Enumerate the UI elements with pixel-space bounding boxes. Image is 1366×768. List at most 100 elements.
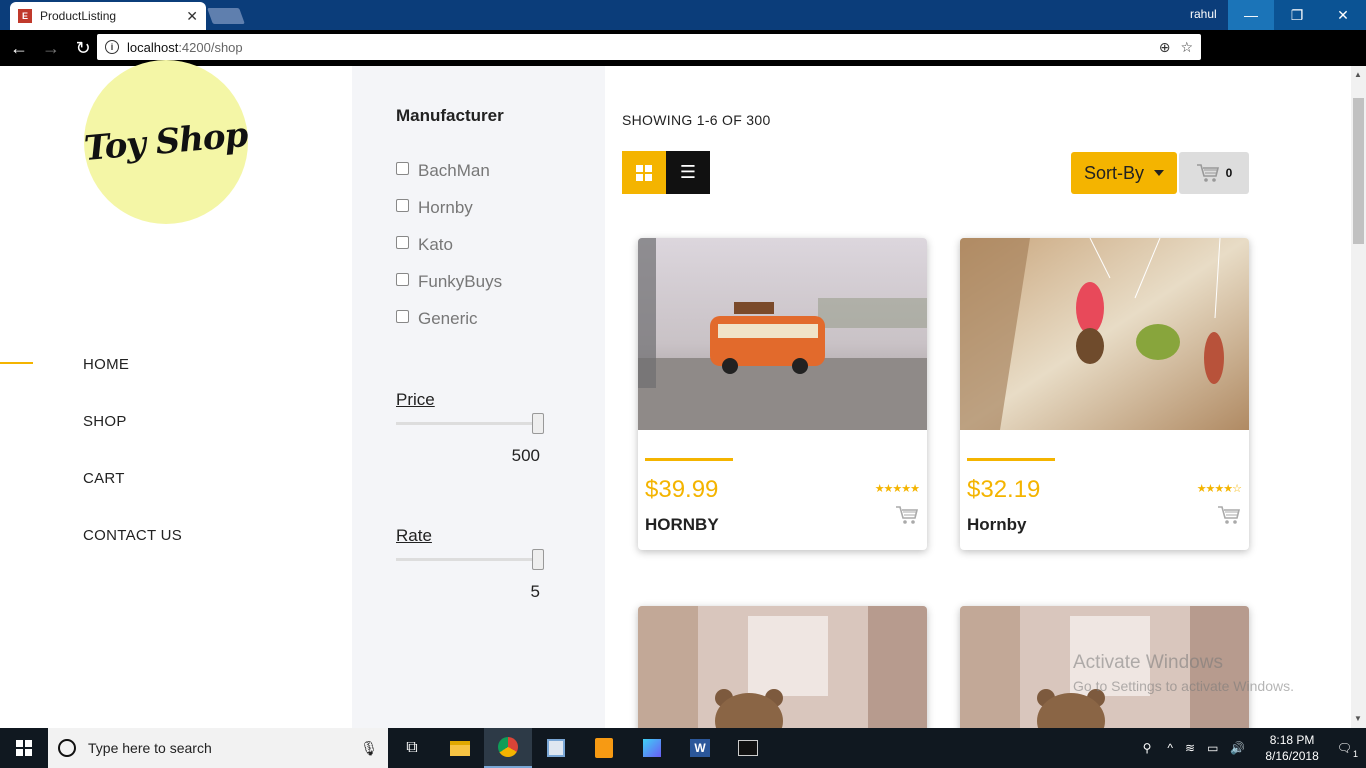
bookmark-star-icon[interactable]: ☆ [1180,39,1193,56]
browser-toolbar: ← → ↻ i localhost :4200/shop ⊕ ☆ 👁 18 G … [0,30,1366,88]
scroll-down-icon[interactable]: ▼ [1354,714,1362,723]
logo[interactable]: Toy Shop [82,60,250,224]
product-card[interactable]: $39.99 ★★★★★ HORNBY [638,238,927,550]
browser-tab[interactable]: E ProductListing ✕ [10,2,206,30]
new-tab-button[interactable] [207,8,245,24]
filter-label: FunkyBuys [418,272,503,291]
checkbox[interactable] [396,272,409,286]
url-path: :4200/shop [178,39,243,55]
product-price: $39.99 [645,476,719,503]
watermark-title: Activate Windows [1073,652,1223,673]
notification-count: 1 [1352,749,1358,759]
minimize-button[interactable]: — [1228,0,1274,30]
filter-generic[interactable]: Generic [396,309,478,329]
chrome-icon[interactable] [484,728,532,768]
filter-label: Generic [418,309,478,328]
rate-heading: Rate [396,526,432,545]
product-card[interactable] [638,606,927,746]
volume-icon[interactable]: 🔊 [1230,741,1245,755]
nav-home[interactable]: HOME [83,356,129,373]
address-bar[interactable]: i localhost :4200/shop ⊕ ☆ [97,34,1201,60]
cart-button[interactable]: 0 [1179,152,1249,194]
filter-kato[interactable]: Kato [396,235,453,255]
price-slider[interactable] [396,413,544,434]
rate-slider-thumb[interactable] [532,549,544,570]
nav-cart[interactable]: CART [83,470,125,487]
favicon-icon: E [18,9,32,23]
clock[interactable]: 8:18 PM 8/16/2018 [1265,732,1318,764]
clock-date: 8/16/2018 [1265,749,1319,763]
start-button[interactable] [0,728,48,768]
nav-shop[interactable]: SHOP [83,413,127,430]
page-scrollbar[interactable]: ▲ ▼ [1351,66,1366,728]
forward-icon[interactable]: → [38,35,64,61]
checkbox[interactable] [396,161,409,175]
reload-icon[interactable]: ↻ [70,35,96,61]
file-explorer-icon[interactable] [436,728,484,768]
battery-icon[interactable]: ▭ [1207,741,1218,755]
microphone-icon[interactable]: 🎙 [360,740,378,757]
scroll-thumb[interactable] [1353,98,1364,244]
chevron-up-icon[interactable]: ^ [1167,741,1173,755]
filter-panel: Manufacturer BachMan Hornby Kato FunkyBu… [352,66,605,728]
sidebar: Toy Shop HOME SHOP CART CONTACT US [0,60,352,728]
price-value: 500 [511,446,540,465]
rate-slider[interactable] [396,549,544,570]
zoom-icon[interactable]: ⊕ [1159,39,1171,56]
back-icon[interactable]: ← [6,35,32,61]
people-icon[interactable]: ⚲ [1143,741,1152,755]
product-image-toy-bus[interactable] [638,238,927,430]
product-name[interactable]: HORNBY [645,515,719,535]
profile-name[interactable]: rahul [1190,7,1217,21]
filter-hornby[interactable]: Hornby [396,198,473,218]
taskbar-search[interactable]: Type here to search 🎙 [48,728,388,768]
product-card[interactable]: $32.19 ★★★★☆ Hornby [960,238,1249,550]
wifi-icon[interactable]: ≋ [1185,741,1195,755]
task-view-icon[interactable]: ⧉ [388,728,436,768]
word-icon[interactable]: W [676,728,724,768]
product-name[interactable]: Hornby [967,515,1027,535]
results-count: SHOWING 1-6 OF 300 [622,112,771,128]
list-icon: ☰ [679,162,697,182]
cortana-icon [58,739,76,757]
filter-bachman[interactable]: BachMan [396,161,490,181]
manufacturer-heading: Manufacturer [396,106,504,125]
checkbox[interactable] [396,309,409,323]
price-slider-thumb[interactable] [532,413,544,434]
checkbox[interactable] [396,198,409,212]
cart-icon [1196,164,1219,182]
add-to-cart-icon[interactable] [895,505,919,525]
command-prompt-icon[interactable] [724,728,772,768]
logo-text: Toy Shop [82,114,250,170]
close-window-button[interactable]: ✕ [1320,0,1366,30]
checkbox[interactable] [396,235,409,249]
restore-button[interactable]: ❐ [1274,0,1320,30]
windows-logo-icon [16,740,32,756]
grid-view-button[interactable] [622,151,666,194]
search-placeholder: Type here to search [88,740,212,756]
app-cube-icon[interactable] [628,728,676,768]
scroll-up-icon[interactable]: ▲ [1354,70,1362,79]
rate-value: 5 [530,582,540,601]
sort-by-dropdown[interactable]: Sort-By [1071,152,1177,194]
nav-contact-us[interactable]: CONTACT US [83,527,182,544]
product-listing: SHOWING 1-6 OF 300 ☰ Sort-By 0 $39.99 ★★… [605,66,1351,746]
system-tray: ⚲ ^ ≋ ▭ 🔊 8:18 PM 8/16/2018 🗨 1 [1133,728,1366,768]
notifications-icon[interactable]: 🗨 1 [1337,741,1358,759]
add-to-cart-icon[interactable] [1217,505,1241,525]
product-image-hanging-toys[interactable] [960,238,1249,430]
tab-title: ProductListing [40,9,117,23]
list-view-button[interactable]: ☰ [666,151,710,194]
product-price: $32.19 [967,476,1041,503]
url-host: localhost [127,39,179,55]
filter-funkybuys[interactable]: FunkyBuys [396,272,502,292]
title-bar: E ProductListing ✕ rahul — ❐ ✕ [0,0,1366,30]
photos-app-icon[interactable] [532,728,580,768]
product-image-teddy-bear[interactable] [638,606,927,746]
taskbar: Type here to search 🎙 ⧉ W ⚲ ^ ≋ ▭ 🔊 8:18… [0,728,1366,768]
price-heading: Price [396,390,435,409]
sublime-text-icon[interactable] [580,728,628,768]
info-icon[interactable]: i [105,40,119,54]
grid-icon [636,164,652,181]
close-tab-icon[interactable]: ✕ [186,8,198,25]
